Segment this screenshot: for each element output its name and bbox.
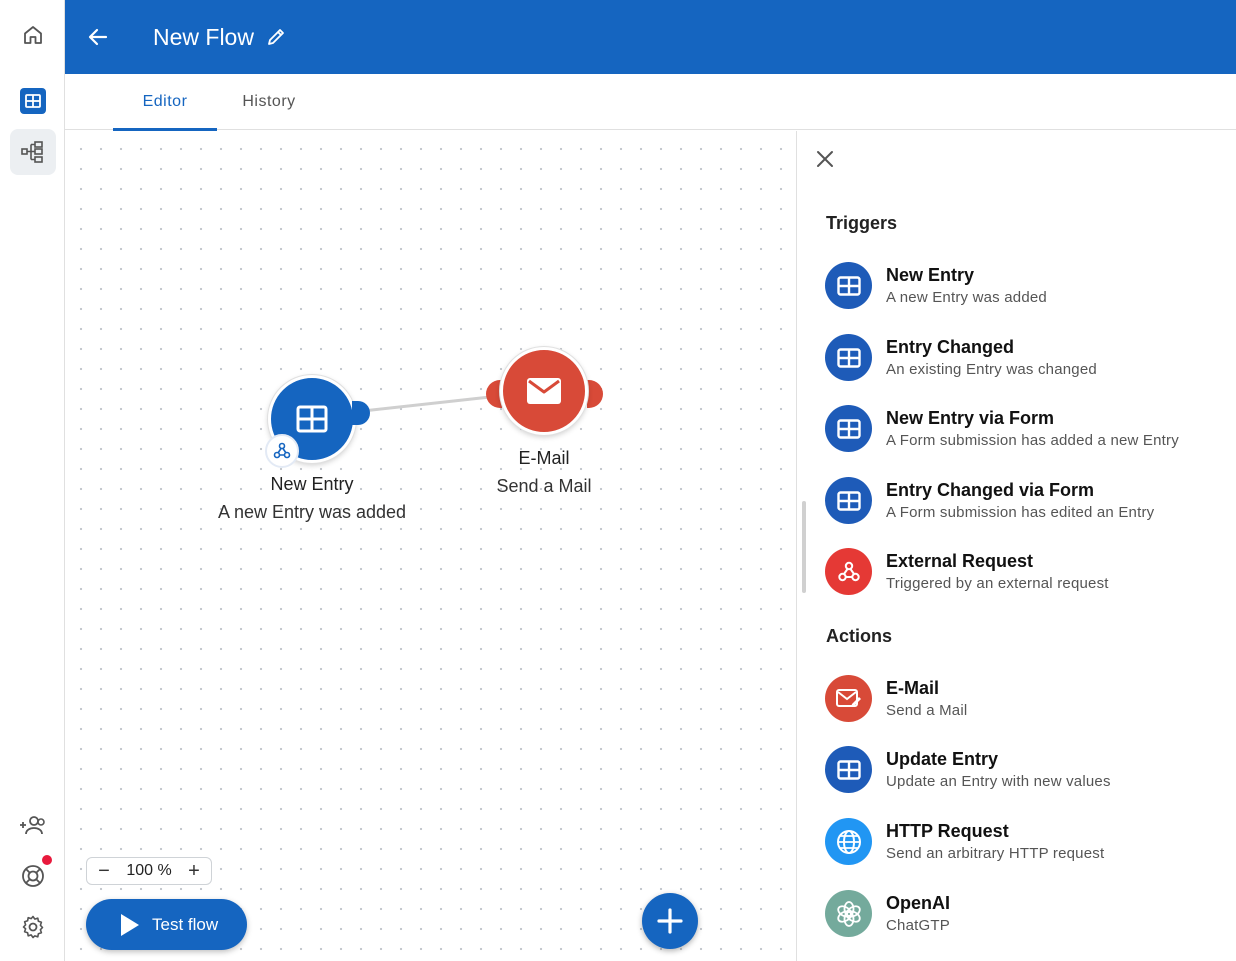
flows-button[interactable] — [10, 129, 56, 175]
table-icon — [825, 746, 872, 793]
trigger-new-entry-via-form[interactable]: New Entry via Form A Form submission has… — [825, 405, 1225, 457]
flow-canvas[interactable]: New Entry A new Entry was added E-Mail S… — [65, 131, 796, 961]
close-icon — [817, 151, 833, 167]
table-icon — [825, 405, 872, 452]
add-node-button[interactable] — [642, 893, 698, 949]
item-subtitle: An existing Entry was changed — [886, 361, 1097, 378]
table-icon — [296, 405, 328, 433]
action-http-request[interactable]: HTTP Request Send an arbitrary HTTP requ… — [825, 818, 1225, 870]
table-icon — [825, 334, 872, 381]
invite-user-button[interactable] — [10, 803, 56, 849]
test-flow-label: Test flow — [152, 914, 219, 934]
item-title: OpenAI — [886, 893, 951, 913]
item-title: E-Mail — [886, 678, 940, 698]
close-panel-button[interactable] — [813, 147, 837, 171]
app-header: New Flow — [65, 0, 1236, 74]
item-title: External Request — [886, 551, 1034, 571]
item-subtitle: ChatGTP — [886, 917, 950, 934]
table-icon — [825, 262, 872, 309]
item-title: Entry Changed — [886, 337, 1015, 357]
item-subtitle: Update an Entry with new values — [886, 773, 1111, 790]
item-subtitle: Send an arbitrary HTTP request — [886, 845, 1105, 862]
arrow-left-icon — [88, 28, 108, 46]
play-icon — [121, 913, 139, 936]
tab-history[interactable]: History — [217, 74, 321, 130]
tables-button[interactable] — [10, 78, 56, 124]
mail-icon — [527, 378, 561, 404]
zoom-in-button[interactable]: + — [185, 861, 203, 881]
flow-title: New Flow — [153, 23, 254, 50]
panel-resize-handle[interactable] — [802, 501, 806, 593]
node-title: E-Mail — [518, 448, 570, 468]
zoom-out-button[interactable]: − — [95, 861, 113, 881]
home-icon — [24, 26, 42, 44]
settings-button[interactable] — [10, 904, 56, 950]
node-webhook-badge — [265, 434, 299, 468]
item-title: HTTP Request — [886, 821, 1009, 841]
mail-edit-icon — [825, 675, 872, 722]
node-subtitle: A new Entry was added — [217, 502, 407, 522]
zoom-level: 100 % — [126, 862, 172, 879]
node-picker-panel: Triggers New Entry A new Entry was added… — [796, 131, 1236, 961]
trigger-entry-changed[interactable]: Entry Changed An existing Entry was chan… — [825, 334, 1225, 386]
node-connection-line — [362, 395, 491, 413]
node-title: New Entry — [270, 474, 354, 494]
plus-icon — [657, 908, 683, 934]
item-title: New Entry via Form — [886, 408, 1055, 428]
support-icon — [22, 865, 44, 887]
openai-icon — [825, 890, 872, 937]
item-subtitle: Triggered by an external request — [886, 575, 1109, 592]
home-button[interactable] — [10, 12, 56, 58]
item-title: Update Entry — [886, 749, 999, 769]
trigger-new-entry[interactable]: New Entry A new Entry was added — [825, 262, 1225, 314]
actions-heading: Actions — [826, 626, 893, 646]
webhook-icon — [273, 442, 291, 459]
node-action-circle[interactable] — [500, 347, 588, 435]
pencil-icon — [268, 29, 284, 45]
item-title: Entry Changed via Form — [886, 480, 1095, 500]
add-user-icon — [20, 816, 45, 835]
left-rail — [0, 0, 65, 961]
tab-bar: Editor History — [65, 74, 1236, 131]
trigger-entry-changed-via-form[interactable]: Entry Changed via Form A Form submission… — [825, 477, 1225, 529]
action-email[interactable]: E-Mail Send a Mail — [825, 675, 1225, 727]
action-openai[interactable]: OpenAI ChatGTP — [825, 890, 1225, 942]
gear-icon — [22, 915, 44, 939]
table-icon — [20, 88, 46, 114]
action-update-entry[interactable]: Update Entry Update an Entry with new va… — [825, 746, 1225, 798]
item-subtitle: A Form submission has edited an Entry — [886, 504, 1155, 521]
test-flow-button[interactable]: Test flow — [86, 899, 247, 950]
trigger-external-request[interactable]: External Request Triggered by an externa… — [825, 548, 1225, 600]
flow-tree-icon — [21, 141, 43, 163]
table-icon — [825, 477, 872, 524]
webhook-icon — [825, 548, 872, 595]
item-title: New Entry — [886, 265, 975, 285]
notification-dot — [42, 855, 52, 865]
back-button[interactable] — [83, 22, 113, 52]
triggers-heading: Triggers — [826, 213, 898, 233]
tab-editor[interactable]: Editor — [113, 74, 217, 131]
node-subtitle: Send a Mail — [496, 476, 592, 496]
support-button[interactable] — [10, 853, 56, 899]
item-subtitle: A Form submission has added a new Entry — [886, 432, 1179, 449]
rename-button[interactable] — [266, 27, 286, 47]
item-subtitle: Send a Mail — [886, 702, 968, 719]
zoom-control: − 100 % + — [86, 857, 212, 885]
item-subtitle: A new Entry was added — [886, 289, 1047, 306]
globe-icon — [825, 818, 872, 865]
